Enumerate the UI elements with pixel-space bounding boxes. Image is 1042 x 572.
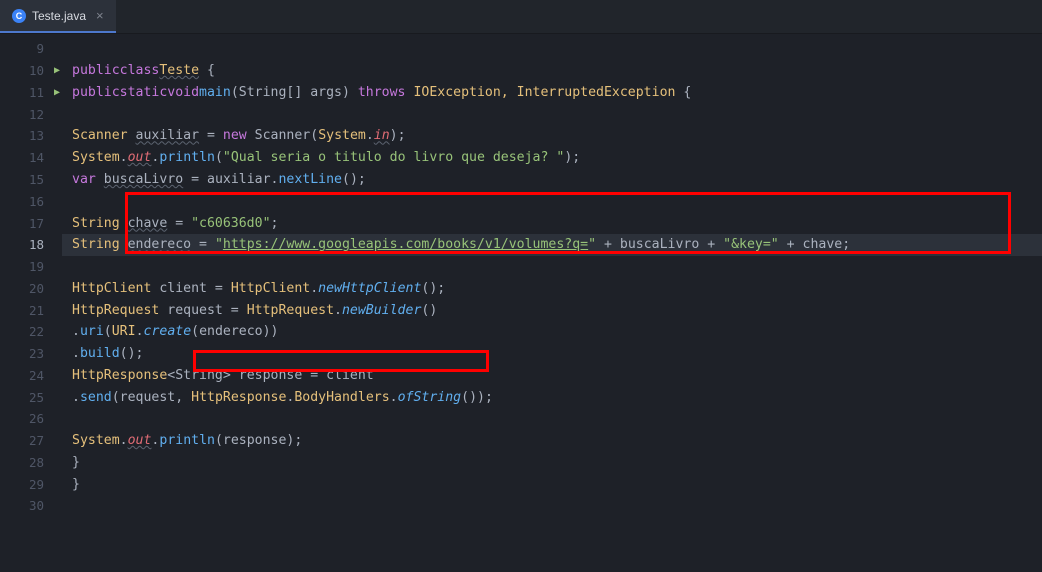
code-line: var buscaLivro = auxiliar.nextLine();	[62, 169, 1042, 191]
line-number: 29	[0, 473, 62, 495]
line-number: 15	[0, 169, 62, 191]
line-number: 20	[0, 277, 62, 299]
code-line: HttpClient client = HttpClient.newHttpCl…	[62, 277, 1042, 299]
tab-bar: C Teste.java ×	[0, 0, 1042, 34]
code-line: System.out.println(response);	[62, 430, 1042, 452]
code-line	[62, 495, 1042, 517]
code-line: String chave = "c60636d0";	[62, 212, 1042, 234]
code-line	[62, 190, 1042, 212]
editor[interactable]: 9 10▶ 11▶ 12 13 14 15 16 17 18 19 20 21 …	[0, 34, 1042, 517]
code-line: public class Teste {	[62, 60, 1042, 82]
line-number: 12	[0, 103, 62, 125]
code-line: .uri(URI.create(endereco))	[62, 321, 1042, 343]
line-number: 9	[0, 38, 62, 60]
line-number: 10▶	[0, 60, 62, 82]
code-line: .build();	[62, 343, 1042, 365]
line-number: 13	[0, 125, 62, 147]
line-number: 27	[0, 430, 62, 452]
line-number: 14	[0, 147, 62, 169]
code-line: .send(request, HttpResponse.BodyHandlers…	[62, 386, 1042, 408]
code-line	[62, 408, 1042, 430]
line-number: 28	[0, 452, 62, 474]
line-number: 18	[0, 234, 62, 256]
line-number: 26	[0, 408, 62, 430]
line-number: 17	[0, 212, 62, 234]
line-number: 16	[0, 190, 62, 212]
line-number: 23	[0, 343, 62, 365]
code-line: public static void main(String[] args) t…	[62, 82, 1042, 104]
code-line: Scanner auxiliar = new Scanner(System.in…	[62, 125, 1042, 147]
close-icon[interactable]: ×	[96, 8, 104, 23]
tab-filename: Teste.java	[32, 9, 86, 23]
code-line	[62, 256, 1042, 278]
run-icon[interactable]: ▶	[54, 87, 60, 98]
line-number: 19	[0, 256, 62, 278]
line-number: 21	[0, 299, 62, 321]
run-icon[interactable]: ▶	[54, 65, 60, 76]
code-area[interactable]: public class Teste { public static void …	[62, 34, 1042, 517]
line-number: 24	[0, 364, 62, 386]
line-number: 25	[0, 386, 62, 408]
code-line: System.out.println("Qual seria o titulo …	[62, 147, 1042, 169]
code-line: }	[62, 473, 1042, 495]
code-line: HttpResponse<String> response = client	[62, 364, 1042, 386]
line-number: 11▶	[0, 82, 62, 104]
line-number: 30	[0, 495, 62, 517]
code-line	[62, 103, 1042, 125]
code-line	[62, 38, 1042, 60]
code-line: HttpRequest request = HttpRequest.newBui…	[62, 299, 1042, 321]
code-line: }	[62, 452, 1042, 474]
line-number: 22	[0, 321, 62, 343]
file-tab[interactable]: C Teste.java ×	[0, 0, 116, 33]
code-line: String endereco = "https://www.googleapi…	[62, 234, 1042, 256]
java-class-icon: C	[12, 9, 26, 23]
line-number-gutter: 9 10▶ 11▶ 12 13 14 15 16 17 18 19 20 21 …	[0, 34, 62, 517]
